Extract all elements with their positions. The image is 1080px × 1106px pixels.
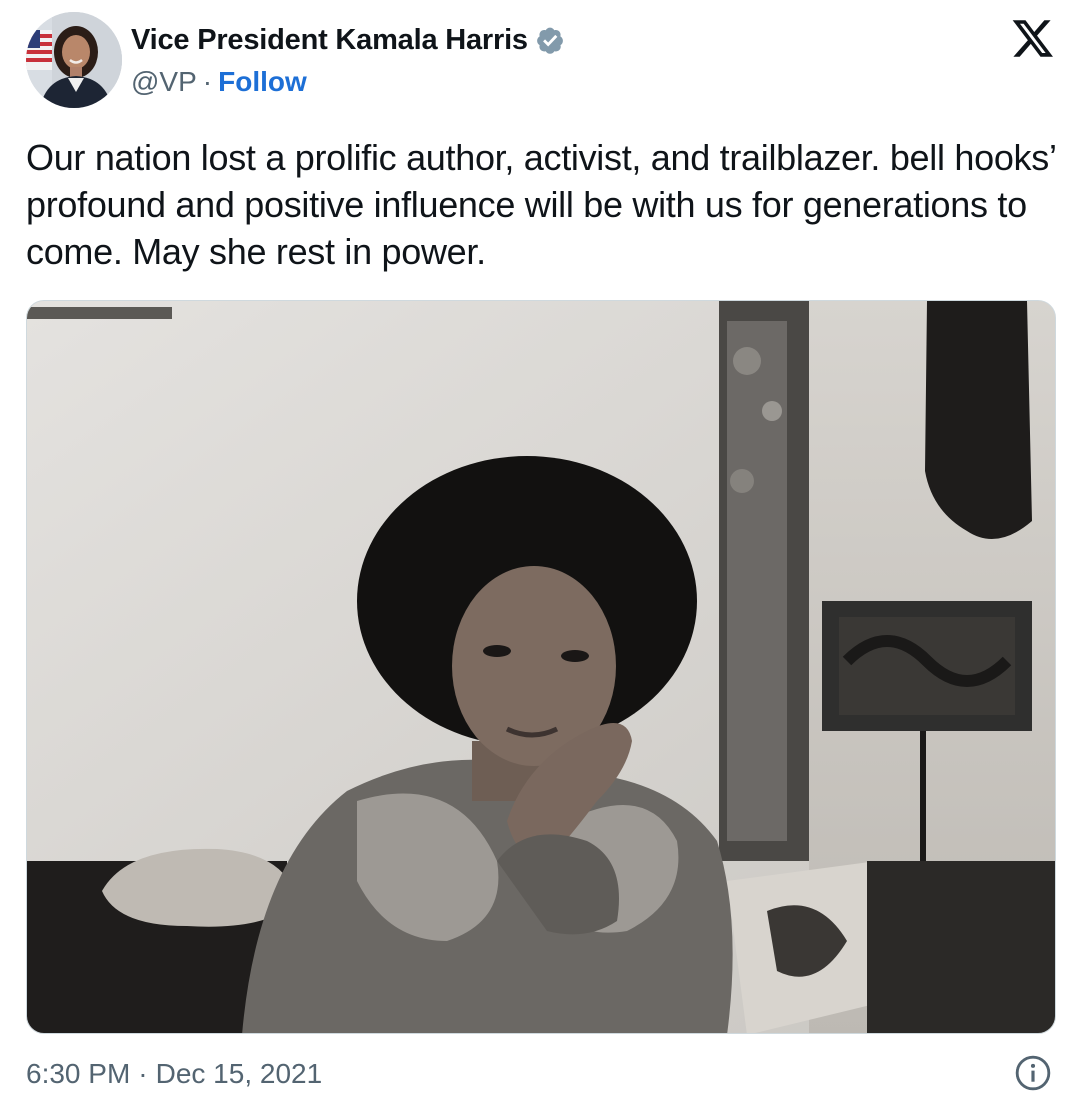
handle-separator: · (202, 66, 213, 97)
author-name-row: Vice President Kamala Harris (131, 20, 568, 60)
follow-button[interactable]: Follow (218, 66, 307, 98)
tweet-time: 6:30 PM (26, 1058, 131, 1089)
timestamp-separator: · (138, 1058, 148, 1089)
author-display-name[interactable]: Vice President Kamala Harris (131, 24, 528, 57)
photo-image (27, 301, 1055, 1033)
author-handle[interactable]: @VP (131, 66, 197, 98)
avatar-image (26, 12, 122, 108)
tweet-timestamp[interactable]: 6:30 PM · Dec 15, 2021 (26, 1052, 322, 1096)
x-logo-icon[interactable] (1010, 16, 1056, 60)
info-icon[interactable] (1014, 1054, 1052, 1092)
avatar[interactable] (26, 12, 122, 108)
verified-badge-icon (536, 27, 563, 54)
tweet-photo[interactable] (26, 300, 1056, 1034)
tweet-text: Our nation lost a prolific author, activ… (26, 137, 1056, 272)
author-handle-row: @VP · Follow (131, 62, 307, 102)
tweet-card: Vice President Kamala Harris @VP · Follo… (0, 0, 1080, 1106)
tweet-date: Dec 15, 2021 (155, 1058, 323, 1089)
